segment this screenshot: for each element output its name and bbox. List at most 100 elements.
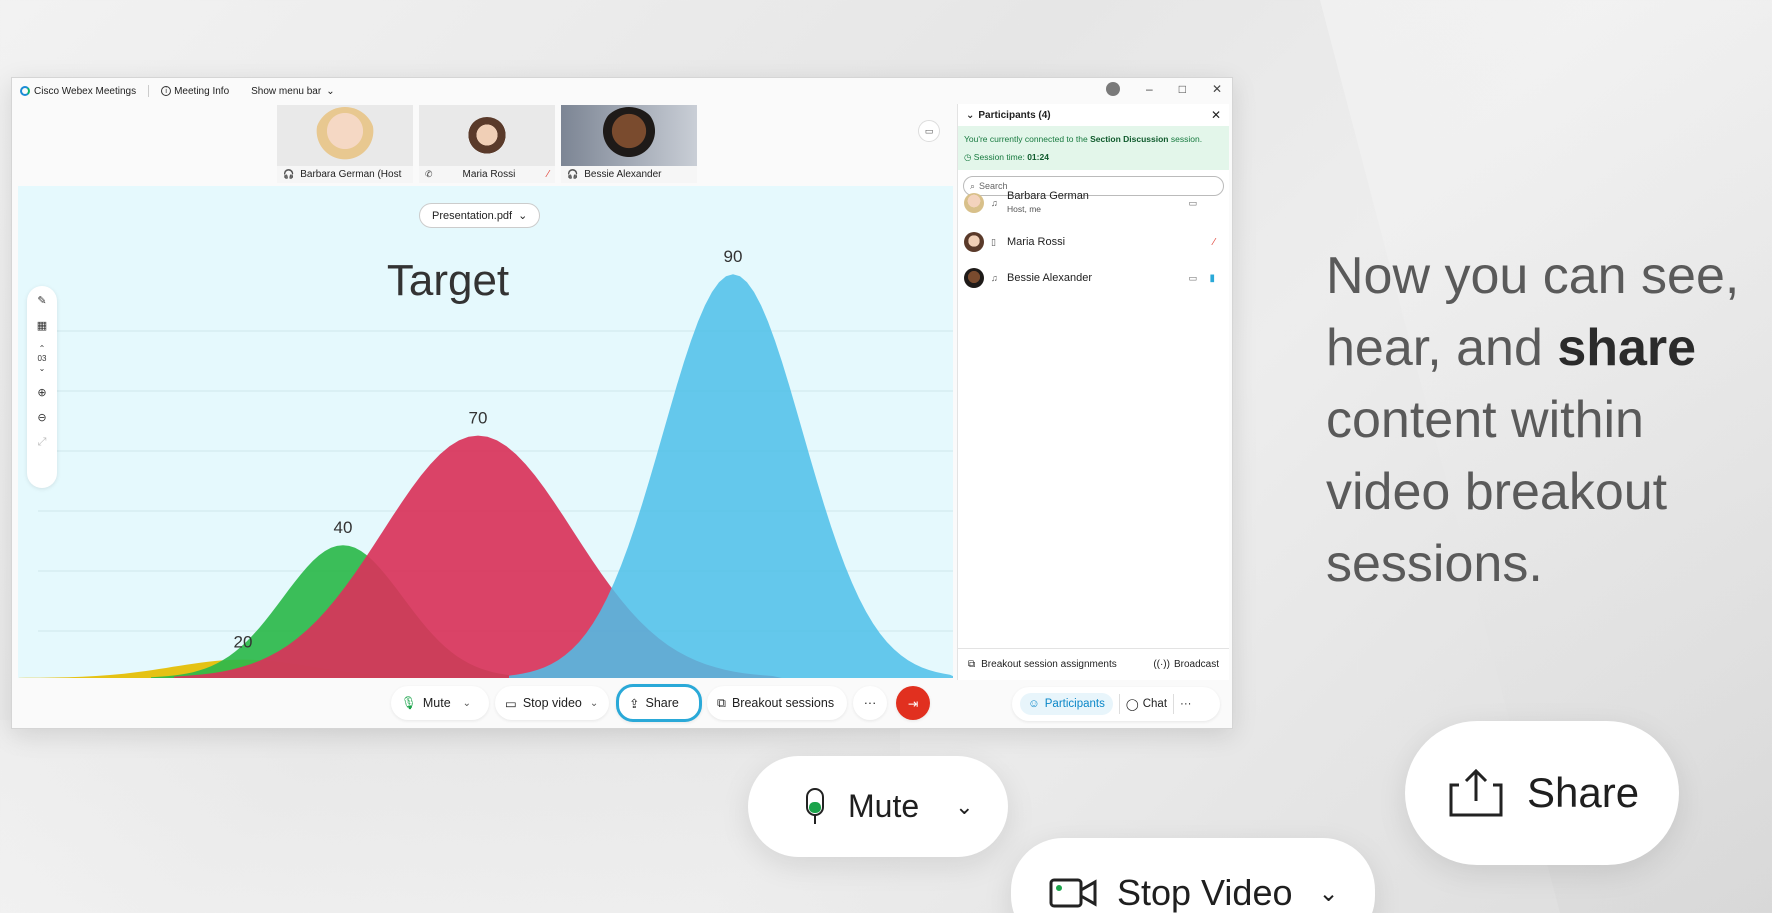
tagline-line: video breakout xyxy=(1326,463,1668,521)
annotation-toolbar: ✎ ▦ ⌃ 03 ⌄ ⊕ ⊖ ⤢ xyxy=(27,286,57,488)
webex-logo-icon xyxy=(20,86,30,96)
headset-icon: ♫ xyxy=(991,273,998,283)
tagline-line: Now you can see, xyxy=(1326,247,1740,305)
leave-meeting-button[interactable]: ⇥ xyxy=(896,686,930,720)
data-label: 70 xyxy=(469,409,488,428)
share-button[interactable]: ⇪ Share xyxy=(616,684,702,722)
thumbnails-grid-icon[interactable]: ▦ xyxy=(37,319,47,332)
chevron-down-icon[interactable]: ⌄ xyxy=(590,698,598,709)
speaking-icon: ▮ xyxy=(1209,272,1215,284)
tagline-text: hear, and xyxy=(1326,319,1543,377)
more-icon: ··· xyxy=(863,696,877,710)
zoom-in-icon[interactable]: ⊕ xyxy=(37,386,46,399)
minimize-button[interactable]: – xyxy=(1146,82,1153,96)
webex-window: Cisco Webex Meetings i Meeting Info Show… xyxy=(11,77,1233,729)
broadcast-button[interactable]: ((·)) Broadcast xyxy=(1153,659,1219,670)
data-label: 90 xyxy=(724,247,743,266)
big-mute-button: Mute ⌄ xyxy=(748,756,1008,857)
person-icon: ☺ xyxy=(1028,698,1040,710)
tagline-line: sessions. xyxy=(1326,535,1543,593)
info-icon: i xyxy=(161,86,172,96)
fit-screen-icon[interactable]: ⤢ xyxy=(38,436,47,449)
chat-toggle[interactable]: ◯ Chat xyxy=(1126,697,1167,711)
file-selector[interactable]: Presentation.pdf ⌄ xyxy=(419,203,541,228)
participant-name: Barbara German xyxy=(1007,190,1089,202)
headset-icon: 🎧 xyxy=(283,169,295,179)
more-options-button[interactable]: ··· xyxy=(853,686,887,720)
app-name: Cisco Webex Meetings xyxy=(34,85,137,97)
participants-panel: ⌄ Participants (4) ✕ You're currently co… xyxy=(957,104,1229,680)
breakout-sessions-button[interactable]: ⧉ Breakout sessions xyxy=(707,686,847,720)
leave-icon: ⇥ xyxy=(907,696,919,711)
show-menu-bar-button[interactable]: Show menu bar ⌄ xyxy=(251,86,334,97)
broadcast-icon: ((·)) xyxy=(1153,659,1170,670)
app-title: Cisco Webex Meetings xyxy=(20,86,136,97)
muted-mic-icon: ⁄ xyxy=(1213,236,1215,248)
panel-controls: ☺ Participants ◯ Chat ··· xyxy=(1012,687,1220,721)
tagline-emphasis: share xyxy=(1557,319,1697,377)
chevron-down-icon[interactable]: ⌄ xyxy=(38,364,47,374)
meeting-info-button[interactable]: i Meeting Info xyxy=(161,86,229,97)
headset-icon: ♫ xyxy=(991,198,998,208)
notice-session-name: Section Discussion xyxy=(1090,134,1169,144)
breakout-assignments-button[interactable]: Breakout session assignments xyxy=(981,659,1117,670)
video-camera-icon: ▭ xyxy=(505,696,517,711)
chat-icon: ◯ xyxy=(1125,699,1139,711)
show-menu-bar-label: Show menu bar xyxy=(251,85,322,97)
phone-icon: ✆ xyxy=(425,169,433,179)
thumbnail-name: Maria Rossi xyxy=(462,169,516,180)
phone-icon: ▯ xyxy=(991,236,996,247)
page-navigator: ⌃ 03 ⌄ xyxy=(38,344,47,374)
close-icon[interactable]: ✕ xyxy=(1211,108,1221,122)
mute-label: Mute xyxy=(422,696,451,710)
participant-role: Host, me xyxy=(1007,204,1042,214)
breakout-icon: ⧉ xyxy=(968,659,976,670)
maximize-button[interactable]: □ xyxy=(1179,82,1186,96)
thumbnail-caption: 🎧 Bessie Alexander xyxy=(561,166,697,183)
chat-label: Chat xyxy=(1142,698,1168,710)
divider xyxy=(148,85,150,97)
video-thumbnail[interactable]: ✆ Maria Rossi ⁄ xyxy=(419,105,555,183)
avatar xyxy=(964,193,984,213)
chevron-down-icon: ⌄ xyxy=(518,210,528,222)
avatar xyxy=(964,232,984,252)
more-icon[interactable]: ··· xyxy=(1180,698,1192,710)
chevron-up-icon[interactable]: ⌃ xyxy=(38,344,47,354)
participant-row[interactable]: ▯ Maria Rossi ⁄ xyxy=(958,227,1229,257)
title-bar: Cisco Webex Meetings i Meeting Info Show… xyxy=(12,78,1232,104)
panel-title: Participants (4) xyxy=(978,109,1051,121)
big-share-label: Share xyxy=(1527,769,1640,816)
pin-icon[interactable] xyxy=(1106,82,1120,96)
meeting-info-label: Meeting Info xyxy=(174,85,230,97)
session-time: 01:24 xyxy=(1027,152,1049,162)
close-button[interactable]: ✕ xyxy=(1212,82,1222,96)
participant-row[interactable]: ♫ Bessie Alexander ▭ ▮ xyxy=(958,263,1229,293)
tagline: Now you can see, hear, and share content… xyxy=(1326,240,1766,600)
window-controls: – □ ✕ xyxy=(1106,82,1222,96)
layout-icon[interactable]: ▭ xyxy=(918,120,940,142)
participant-row[interactable]: ♫ Barbara German Host, me ▭ xyxy=(958,188,1229,218)
participants-toggle[interactable]: ☺ Participants xyxy=(1020,693,1113,715)
session-time-label: Session time: xyxy=(973,152,1025,162)
big-stop-video-button: Stop Video ⌄ xyxy=(1011,838,1375,913)
data-label: 20 xyxy=(234,633,253,652)
mute-button[interactable]: 🎙 Mute ⌄ xyxy=(391,686,489,720)
zoom-out-icon[interactable]: ⊖ xyxy=(37,411,46,424)
panel-footer: ⧉ Breakout session assignments ((·)) Bro… xyxy=(958,648,1229,680)
annotate-icon[interactable]: ✎ xyxy=(37,294,46,307)
video-thumbnail[interactable]: 🎧 Barbara German (Host xyxy=(277,105,413,183)
avatar xyxy=(964,268,984,288)
thumbnail-name: Barbara German (Host xyxy=(300,169,402,180)
chart-title: Target xyxy=(386,256,510,305)
chevron-down-icon[interactable]: ⌄ xyxy=(966,110,974,121)
notice-prefix: You're currently connected to the xyxy=(964,134,1088,144)
microphone-icon: 🎙 xyxy=(401,695,417,710)
big-share-button: Share xyxy=(1405,721,1679,865)
thumbnail-caption: 🎧 Barbara German (Host xyxy=(277,166,413,183)
stop-video-button[interactable]: ▭ Stop video ⌄ xyxy=(495,686,609,720)
participant-video xyxy=(315,107,375,167)
divider xyxy=(1118,694,1120,714)
chevron-down-icon[interactable]: ⌄ xyxy=(463,698,471,709)
tagline-line: content within xyxy=(1326,391,1644,449)
video-thumbnail[interactable]: 🎧 Bessie Alexander xyxy=(561,105,697,183)
